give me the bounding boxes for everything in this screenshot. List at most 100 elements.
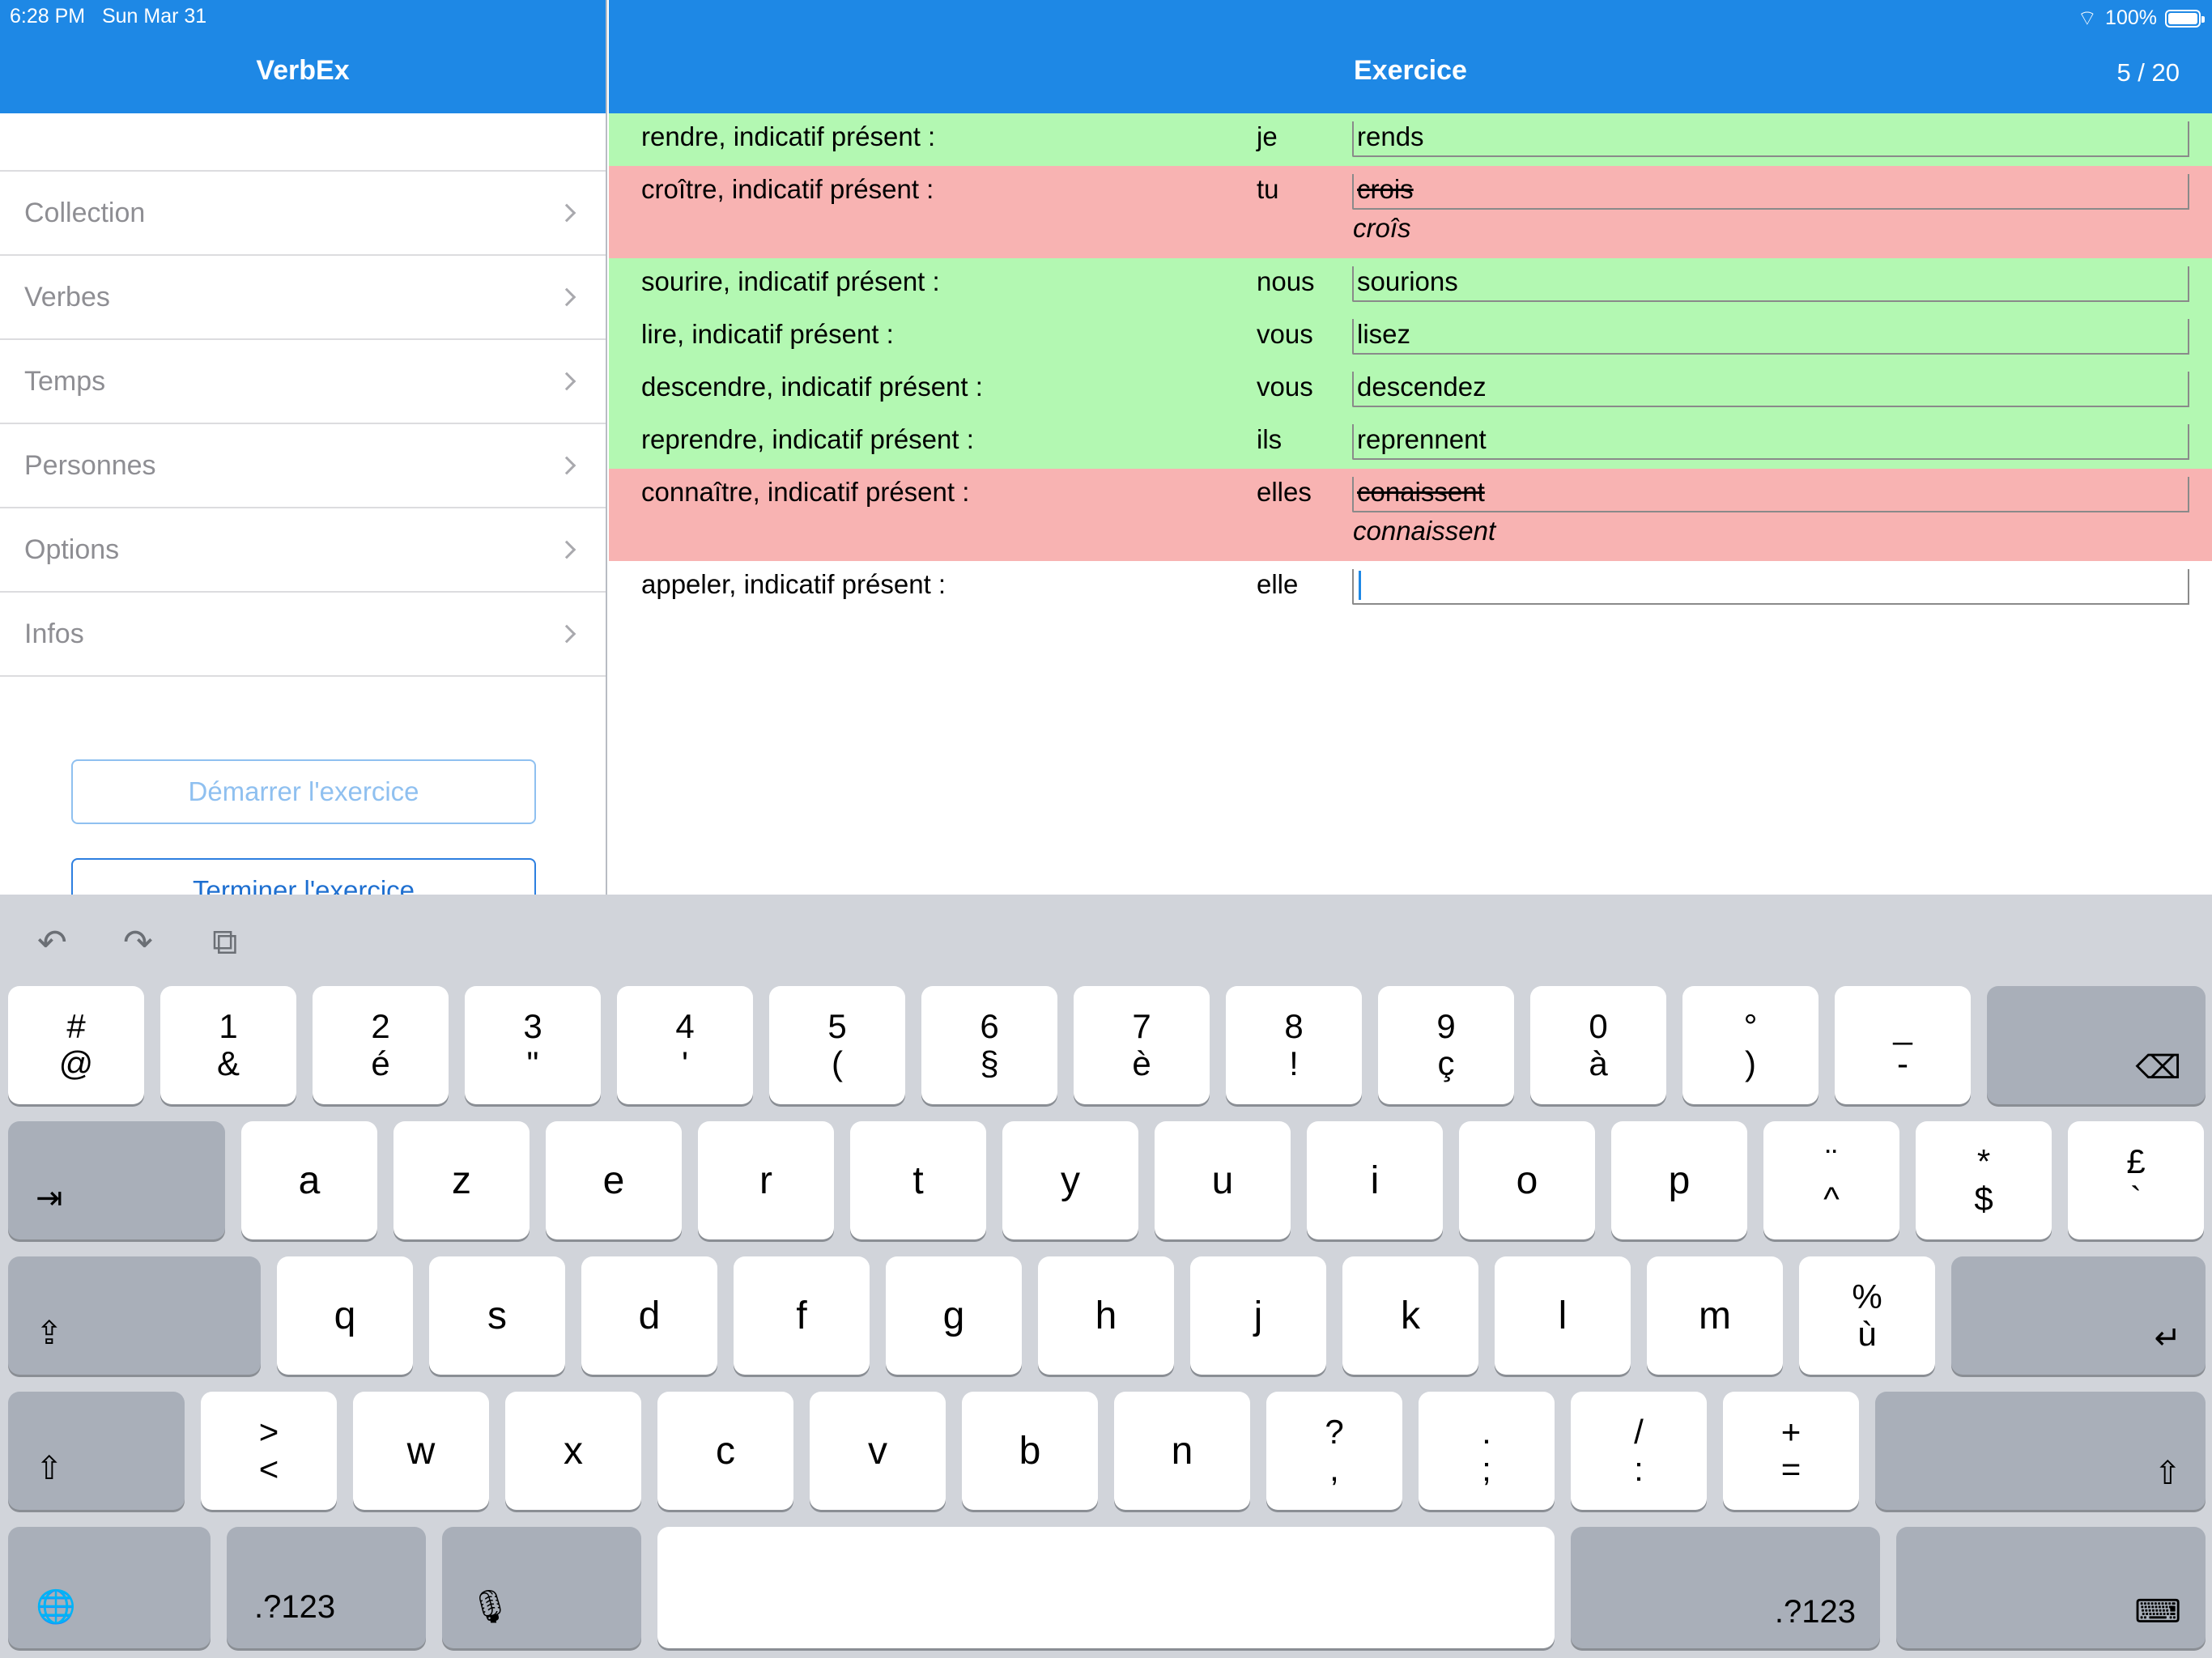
key[interactable]: q <box>277 1256 413 1375</box>
key[interactable]: o <box>1459 1121 1595 1239</box>
answer-field[interactable]: conaissent <box>1352 477 2189 512</box>
key[interactable]: w <box>353 1392 489 1510</box>
exercise-row: sourire, indicatif présent : nous sourions <box>609 258 2212 311</box>
key[interactable]: h <box>1038 1256 1174 1375</box>
space-key[interactable] <box>657 1527 1555 1648</box>
key[interactable]: # @ <box>8 986 144 1104</box>
key[interactable]: k <box>1342 1256 1478 1375</box>
redo-icon[interactable]: ↷ <box>123 922 172 963</box>
key[interactable]: e <box>546 1121 682 1239</box>
answer-field[interactable]: lisez <box>1352 319 2189 355</box>
key[interactable]: > < <box>201 1392 337 1510</box>
key-bottom-char: ` <box>2130 1180 2142 1218</box>
key[interactable]: b <box>962 1392 1098 1510</box>
answer-field[interactable]: reprennent <box>1352 424 2189 460</box>
answer-field[interactable]: descendez <box>1352 372 2189 407</box>
key[interactable]: ?, <box>1266 1392 1402 1510</box>
key[interactable]: y <box>1002 1121 1138 1239</box>
menu-item-infos[interactable]: Infos <box>0 593 606 677</box>
key[interactable]: + = <box>1723 1392 1859 1510</box>
key[interactable]: g <box>886 1256 1022 1375</box>
key[interactable]: ¨ ^ <box>1763 1121 1899 1239</box>
key[interactable]: 1 & <box>160 986 296 1104</box>
key[interactable]: 5( <box>769 986 905 1104</box>
key-bottom-char: ! <box>1289 1044 1299 1082</box>
key[interactable]: * $ <box>1916 1121 2052 1239</box>
key[interactable]: f <box>734 1256 870 1375</box>
answer-field[interactable]: sourions <box>1352 266 2189 302</box>
numbers-key-right[interactable]: .?123 <box>1571 1527 1880 1648</box>
end-exercise-button[interactable]: Terminer l'exercice <box>71 858 536 895</box>
menu-item-label: Collection <box>24 197 146 228</box>
key[interactable]: .; <box>1419 1392 1555 1510</box>
tab-icon: ⇥ <box>36 1180 63 1216</box>
key[interactable]: 3 " <box>465 986 601 1104</box>
answer-field[interactable]: rends <box>1352 121 2189 157</box>
key-bottom-char: é <box>371 1044 390 1082</box>
caps-lock-key[interactable]: ⇪ <box>8 1256 261 1375</box>
key[interactable]: r <box>698 1121 834 1239</box>
key[interactable]: v <box>810 1392 946 1510</box>
dictation-key[interactable]: 🎙 <box>442 1527 641 1648</box>
key[interactable]: j <box>1190 1256 1326 1375</box>
correction-text: connaissent <box>1353 516 1496 546</box>
delete-icon: ⌫ <box>2135 1050 2181 1086</box>
paste-icon[interactable]: ⧉ <box>212 922 261 963</box>
key[interactable]: d <box>581 1256 717 1375</box>
key[interactable]: z <box>393 1121 530 1239</box>
tab-key[interactable]: ⇥ <box>8 1121 225 1239</box>
undo-icon[interactable]: ↶ <box>37 922 86 963</box>
shift-left-key[interactable]: ⇧ <box>8 1392 185 1510</box>
numbers-key-left[interactable]: .?123 <box>227 1527 426 1648</box>
key[interactable]: u <box>1155 1121 1291 1239</box>
key[interactable]: 6 § <box>921 986 1057 1104</box>
hide-keyboard-key[interactable]: ⌨ <box>1896 1527 2206 1648</box>
person-label: je <box>1257 121 1278 151</box>
start-exercise-button[interactable]: Démarrer l'exercice <box>71 759 536 824</box>
key-char: o <box>1516 1158 1538 1202</box>
key-char: w <box>406 1429 436 1473</box>
key-top-char: * <box>1976 1141 1991 1180</box>
menu-item-collection[interactable]: Collection <box>0 172 606 256</box>
key[interactable]: m <box>1647 1256 1783 1375</box>
globe-key[interactable]: 🌐 <box>8 1527 211 1648</box>
delete-key[interactable]: ⌫ <box>1987 986 2206 1104</box>
shift-right-key[interactable]: ⇧ <box>1875 1392 2206 1510</box>
key[interactable]: /: <box>1571 1392 1707 1510</box>
key[interactable]: £ ` <box>2068 1121 2204 1239</box>
menu-item-options[interactable]: Options <box>0 508 606 593</box>
key[interactable]: s <box>429 1256 565 1375</box>
return-key[interactable]: ↵ <box>1951 1256 2206 1375</box>
key[interactable]: 7è <box>1074 986 1210 1104</box>
caps-lock-icon: ⇪ <box>36 1316 63 1351</box>
menu-item-personnes[interactable]: Personnes <box>0 424 606 508</box>
key[interactable]: 0à <box>1530 986 1666 1104</box>
key[interactable]: l <box>1495 1256 1631 1375</box>
key[interactable]: t <box>850 1121 986 1239</box>
key-char: d <box>638 1294 661 1337</box>
key[interactable]: c <box>657 1392 793 1510</box>
menu-item-temps[interactable]: Temps <box>0 340 606 424</box>
key[interactable]: n <box>1114 1392 1250 1510</box>
verb-label: rendre, indicatif présent : <box>641 121 936 151</box>
key[interactable]: _ - <box>1835 986 1971 1104</box>
key[interactable]: i <box>1307 1121 1443 1239</box>
exercise-row: croître, indicatif présent : tu crois croîs <box>609 166 2212 258</box>
key[interactable]: 2é <box>313 986 449 1104</box>
answer-field[interactable] <box>1352 569 2189 605</box>
key[interactable]: 4 ' <box>617 986 753 1104</box>
key[interactable]: % ù <box>1799 1256 1935 1375</box>
key[interactable]: a <box>241 1121 377 1239</box>
key[interactable]: 8! <box>1226 986 1362 1104</box>
menu-item-verbes[interactable]: Verbes <box>0 256 606 340</box>
key[interactable]: °) <box>1682 986 1819 1104</box>
key[interactable]: x <box>505 1392 641 1510</box>
chevron-right-icon <box>557 540 576 559</box>
key[interactable]: 9ç <box>1378 986 1514 1104</box>
text-caret <box>1359 571 1361 600</box>
key-char: n <box>1171 1429 1193 1473</box>
key-char: p <box>1668 1158 1691 1202</box>
key[interactable]: p <box>1611 1121 1747 1239</box>
exercise-row: lire, indicatif présent : vous lisez <box>609 311 2212 363</box>
answer-field[interactable]: crois <box>1352 174 2189 210</box>
